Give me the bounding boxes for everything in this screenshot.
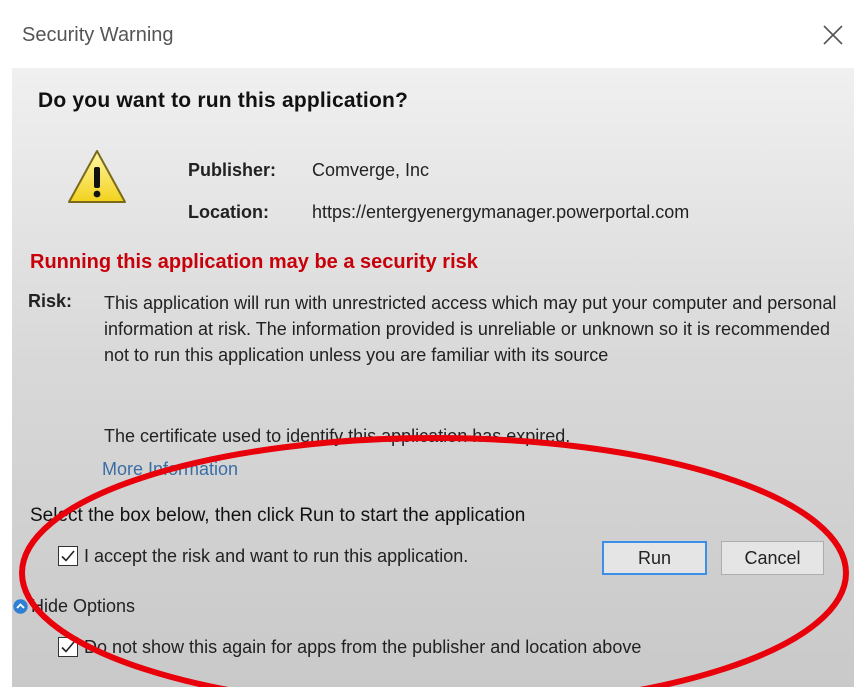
warning-icon	[68, 150, 126, 203]
certificate-notice: The certificate used to identify this ap…	[104, 426, 571, 446]
risk-heading: Running this application may be a securi…	[30, 251, 478, 273]
dont-show-again-label[interactable]: Do not show this again for apps from the…	[84, 637, 641, 658]
cancel-button[interactable]: Cancel	[721, 541, 824, 575]
instruction-text: Select the box below, then click Run to …	[30, 505, 526, 526]
accept-risk-label[interactable]: I accept the risk and want to run this a…	[84, 546, 468, 567]
chevron-up-icon[interactable]	[13, 599, 28, 614]
dont-show-again-checkbox[interactable]	[58, 637, 78, 657]
window-title: Security Warning	[22, 24, 174, 46]
dialog-panel	[12, 68, 854, 687]
checkmark-icon	[61, 641, 75, 653]
risk-label: Risk:	[28, 291, 73, 311]
accept-risk-checkbox[interactable]	[58, 546, 78, 566]
dialog-heading: Do you want to run this application?	[38, 89, 409, 112]
checkmark-icon	[61, 550, 75, 562]
title-bar: Security Warning	[0, 0, 854, 68]
location-label: Location:	[188, 202, 269, 222]
risk-description: This application will run with unrestric…	[104, 293, 837, 365]
location-value: https://entergyenergymanager.powerportal…	[312, 202, 690, 222]
more-information-link[interactable]: More Information	[102, 459, 238, 480]
publisher-label: Publisher:	[188, 160, 277, 180]
publisher-value: Comverge, Inc	[312, 160, 430, 180]
hide-options-toggle[interactable]: Hide Options	[31, 596, 135, 617]
background-strip	[0, 68, 12, 687]
run-button[interactable]: Run	[602, 541, 707, 575]
close-icon[interactable]	[816, 18, 850, 52]
